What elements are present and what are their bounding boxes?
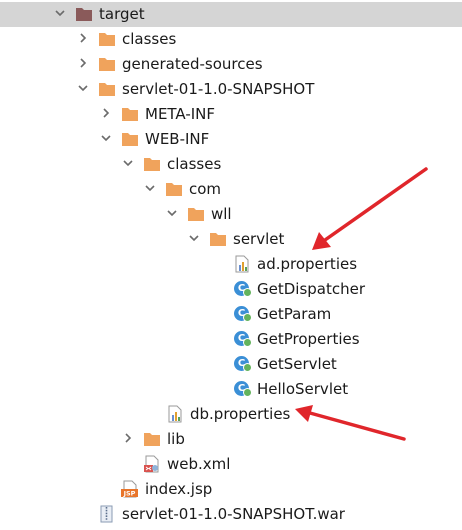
chevron-down-icon[interactable] — [99, 131, 113, 145]
class-badge: C — [234, 381, 252, 397]
folder-icon — [165, 180, 183, 198]
folder-icon — [143, 155, 161, 173]
class-badge: C — [234, 306, 252, 322]
tree-item-class[interactable]: C GetServlet — [0, 352, 462, 377]
folder-icon — [98, 80, 116, 98]
folder-icon — [187, 205, 205, 223]
tree-item-label: classes — [122, 30, 177, 48]
tree-item-wll[interactable]: wll — [0, 202, 462, 227]
tree-item-label: GetServlet — [257, 355, 337, 373]
properties-file-icon — [233, 255, 251, 273]
java-class-icon: C — [233, 355, 252, 373]
tree-item-war-file[interactable]: servlet-01-1.0-SNAPSHOT.war — [0, 502, 462, 527]
tree-item-label: lib — [167, 430, 185, 448]
tree-item-target[interactable]: target — [0, 2, 462, 27]
xml-file-icon — [143, 455, 161, 473]
chevron-down-icon[interactable] — [143, 181, 157, 195]
java-class-icon: C — [233, 380, 252, 398]
tree-item-index-jsp[interactable]: JSP index.jsp — [0, 477, 462, 502]
tree-item-label: target — [99, 5, 145, 23]
tree-item-label: servlet — [233, 230, 285, 248]
tree-item-com[interactable]: com — [0, 177, 462, 202]
tree-item-classes[interactable]: classes — [0, 27, 462, 52]
folder-icon — [143, 430, 161, 448]
tree-item-label: WEB-INF — [145, 130, 210, 148]
excluded-folder-icon — [75, 5, 93, 23]
tree-item-class[interactable]: C GetDispatcher — [0, 277, 462, 302]
tree-item-label: GetProperties — [257, 330, 360, 348]
tree-item-label: web.xml — [167, 455, 231, 473]
java-class-icon: C — [233, 330, 252, 348]
tree-item-label: GetDispatcher — [257, 280, 366, 298]
tree-item-label: wll — [211, 205, 232, 223]
tree-item-class[interactable]: C GetProperties — [0, 327, 462, 352]
jsp-badge-text: JSP — [123, 490, 136, 498]
chevron-down-icon[interactable] — [76, 81, 90, 95]
chevron-down-icon[interactable] — [165, 206, 179, 220]
tree-item-generated-sources[interactable]: generated-sources — [0, 52, 462, 77]
tree-item-label: com — [189, 180, 222, 198]
tree-item-ad-properties[interactable]: ad.properties — [0, 252, 462, 277]
tree-item-servlet[interactable]: servlet — [0, 227, 462, 252]
chevron-right-icon[interactable] — [76, 31, 90, 45]
chevron-down-icon[interactable] — [53, 6, 67, 20]
tree-item-label: HelloServlet — [257, 380, 349, 398]
folder-icon — [121, 130, 139, 148]
tree-item-label: generated-sources — [122, 55, 263, 73]
tree-item-label: ad.properties — [257, 255, 358, 273]
war-archive-icon — [98, 505, 116, 523]
tree-item-label: db.properties — [190, 405, 291, 423]
class-badge: C — [234, 331, 252, 347]
jsp-file-icon: JSP — [121, 480, 139, 498]
java-class-icon: C — [233, 305, 252, 323]
tree-item-meta-inf[interactable]: META-INF — [0, 102, 462, 127]
folder-icon — [209, 230, 227, 248]
tree-item-label: servlet-01-1.0-SNAPSHOT.war — [122, 505, 345, 523]
chevron-right-icon[interactable] — [121, 431, 135, 445]
java-class-icon: C — [233, 280, 252, 298]
tree-item-db-properties[interactable]: db.properties — [0, 402, 462, 427]
chevron-right-icon[interactable] — [76, 56, 90, 70]
chevron-down-icon[interactable] — [121, 156, 135, 170]
tree-item-label: servlet-01-1.0-SNAPSHOT — [122, 80, 315, 98]
tree-item-web-xml[interactable]: web.xml — [0, 452, 462, 477]
tree-item-label: META-INF — [145, 105, 216, 123]
tree-item-web-inf[interactable]: WEB-INF — [0, 127, 462, 152]
class-badge: C — [234, 281, 252, 297]
tree-item-classes-inner[interactable]: classes — [0, 152, 462, 177]
tree-item-class[interactable]: C HelloServlet — [0, 377, 462, 402]
folder-icon — [98, 55, 116, 73]
chevron-right-icon[interactable] — [99, 106, 113, 120]
tree-item-snapshot-dir[interactable]: servlet-01-1.0-SNAPSHOT — [0, 77, 462, 102]
properties-file-icon — [166, 405, 184, 423]
tree-item-label: index.jsp — [145, 480, 213, 498]
tree-item-label: classes — [167, 155, 222, 173]
tree-item-class[interactable]: C GetParam — [0, 302, 462, 327]
class-badge: C — [234, 356, 252, 372]
folder-icon — [121, 105, 139, 123]
chevron-down-icon[interactable] — [187, 231, 201, 245]
tree-item-lib[interactable]: lib — [0, 427, 462, 452]
folder-icon — [98, 30, 116, 48]
tree-item-label: GetParam — [257, 305, 332, 323]
